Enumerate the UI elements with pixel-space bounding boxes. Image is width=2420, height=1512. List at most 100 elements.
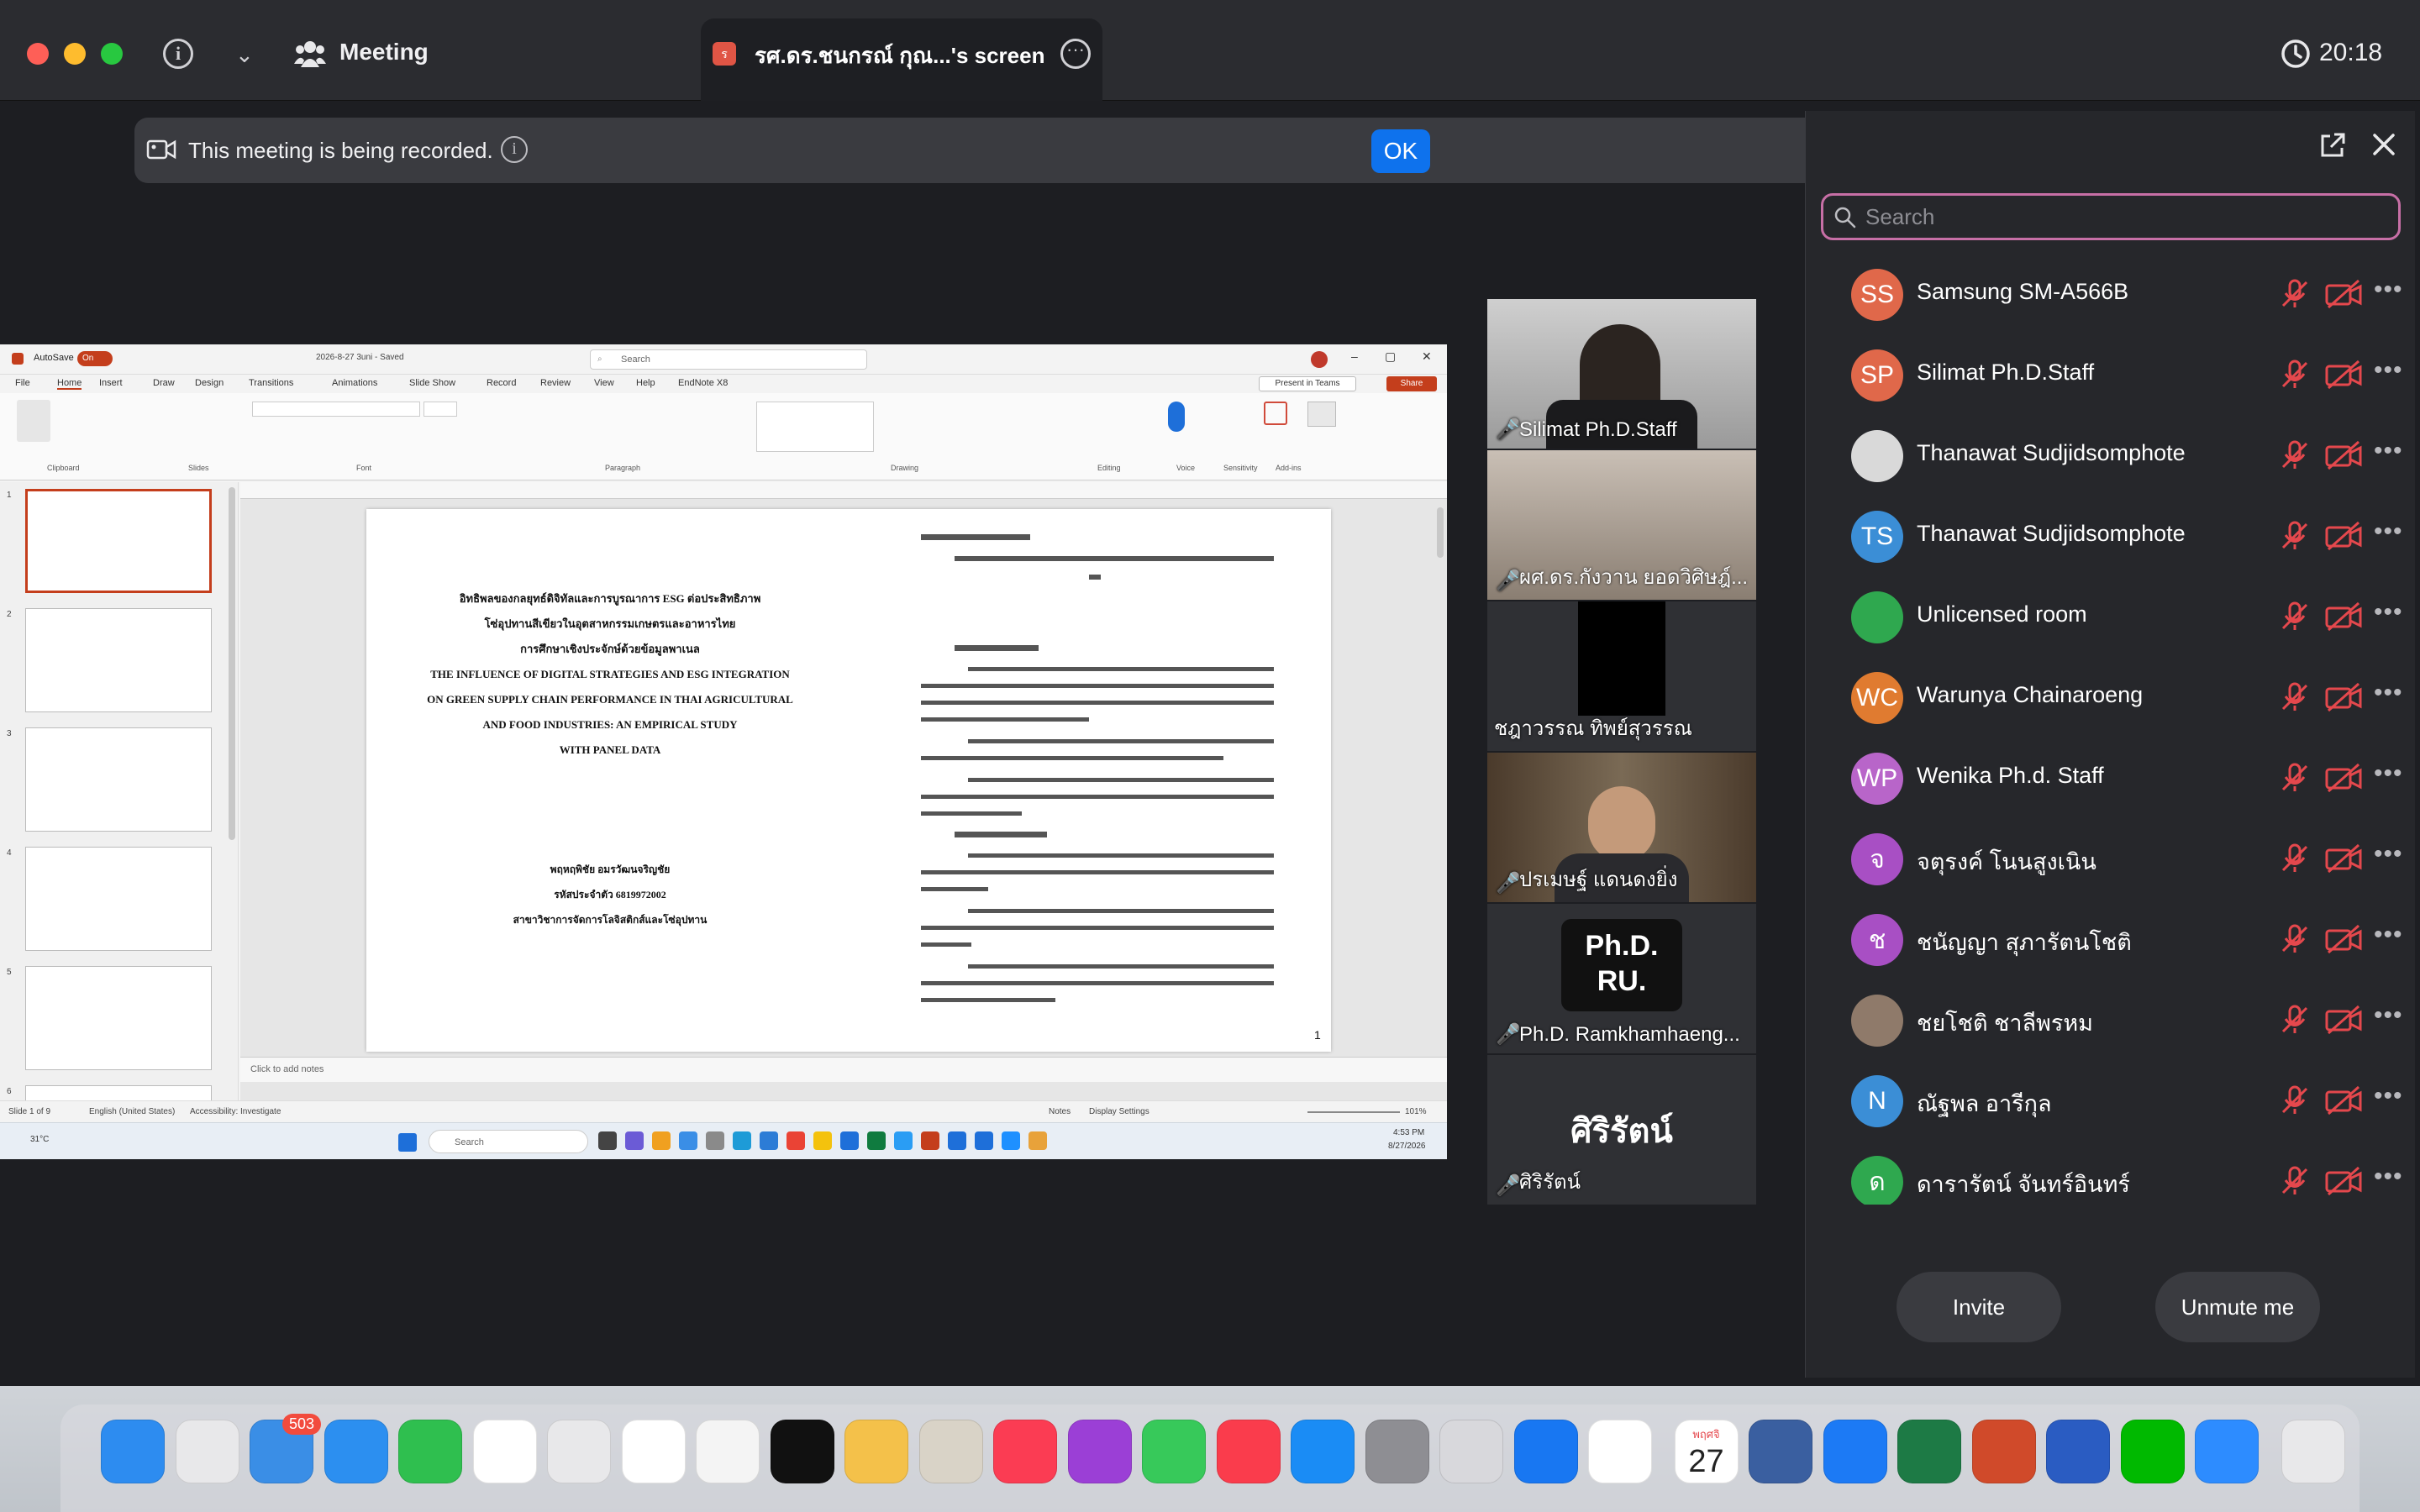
ppt-menu-endnote-x8[interactable]: EndNote X8 bbox=[678, 378, 728, 388]
close-panel-icon[interactable] bbox=[2370, 131, 2397, 158]
dock-excel-icon[interactable] bbox=[1897, 1420, 1961, 1483]
zoom-window-button[interactable] bbox=[101, 43, 123, 65]
taskbar-app-icon[interactable] bbox=[921, 1131, 939, 1150]
dock-chrome-icon[interactable] bbox=[472, 1420, 537, 1483]
video-tile-silimat[interactable]: 🎤 Silimat Ph.D.Staff bbox=[1487, 299, 1756, 449]
popout-icon[interactable] bbox=[2318, 131, 2347, 160]
taskbar-app-icon[interactable] bbox=[840, 1131, 859, 1150]
dock-reminders-icon[interactable] bbox=[621, 1420, 686, 1483]
taskbar-app-icon[interactable] bbox=[652, 1131, 671, 1150]
dock-finder-icon[interactable] bbox=[101, 1420, 165, 1483]
video-off-icon[interactable] bbox=[2325, 1005, 2362, 1035]
participant-row[interactable]: SP Silimat Ph.D.Staff ••• bbox=[1806, 334, 2416, 415]
slide-thumbnail[interactable] bbox=[25, 489, 212, 593]
info-icon[interactable]: i bbox=[163, 39, 193, 69]
video-off-icon[interactable] bbox=[2325, 440, 2362, 470]
ppt-menu-animations[interactable]: Animations bbox=[332, 378, 377, 388]
add-ins-icon[interactable] bbox=[1264, 402, 1287, 425]
close-window-button[interactable] bbox=[27, 43, 49, 65]
taskbar-app-icon[interactable] bbox=[760, 1131, 778, 1150]
participant-row[interactable]: ช ชนัญญา สุภารัตนโชติ ••• bbox=[1806, 899, 2416, 979]
ppt-menu-help[interactable]: Help bbox=[636, 378, 655, 388]
ppt-menu-insert[interactable]: Insert bbox=[99, 378, 123, 388]
video-off-icon[interactable] bbox=[2325, 1166, 2362, 1196]
video-tile-sirirat[interactable]: ศิริรัตน์ 🎤 ศิริรัตน์ bbox=[1487, 1055, 1756, 1205]
font-size-select[interactable] bbox=[424, 402, 457, 417]
dock-appstore-icon[interactable] bbox=[1291, 1420, 1355, 1483]
dock-line-icon[interactable] bbox=[2120, 1420, 2185, 1483]
chevron-down-icon[interactable]: ⌄ bbox=[235, 42, 254, 68]
video-off-icon[interactable] bbox=[2325, 279, 2362, 309]
present-in-teams-button[interactable]: Present in Teams bbox=[1259, 376, 1356, 391]
dock-gmail-icon[interactable] bbox=[1588, 1420, 1652, 1483]
taskbar-app-icon[interactable] bbox=[786, 1131, 805, 1150]
muted-mic-icon[interactable] bbox=[2278, 358, 2312, 391]
dock-powerpoint-icon[interactable] bbox=[1971, 1420, 2036, 1483]
dock-disk-icon[interactable] bbox=[1749, 1420, 1812, 1483]
video-off-icon[interactable] bbox=[2325, 601, 2362, 632]
tab-shared-screen[interactable]: ร รศ.ดร.ชนกรณ์ กุณ...'s screen bbox=[701, 18, 1102, 101]
ppt-menu-review[interactable]: Review bbox=[540, 378, 571, 388]
participant-row[interactable]: N ณัฐพล อารีกุล ••• bbox=[1806, 1060, 2416, 1141]
ppt-close-icon[interactable]: ✕ bbox=[1422, 349, 1432, 364]
video-tile-poramet[interactable]: 🎤 ปรเมษฐ์ แดนดงยิ่ง bbox=[1487, 753, 1756, 902]
dock-iphone-mirroring-icon[interactable] bbox=[1439, 1420, 1503, 1483]
recording-ok-button[interactable]: OK bbox=[1371, 129, 1430, 173]
shared-screen[interactable]: AutoSave On 2026-8-27 3uni - Saved ⌕ Sea… bbox=[0, 344, 1447, 1159]
dock-notes-icon[interactable] bbox=[844, 1420, 908, 1483]
dock-news-icon[interactable] bbox=[1216, 1420, 1281, 1483]
account-avatar[interactable] bbox=[1311, 351, 1328, 368]
muted-mic-icon[interactable] bbox=[2278, 277, 2312, 311]
slide-thumbnail[interactable] bbox=[25, 847, 212, 951]
minimize-window-button[interactable] bbox=[64, 43, 86, 65]
ppt-menu-design[interactable]: Design bbox=[195, 378, 224, 388]
muted-mic-icon[interactable] bbox=[2278, 1084, 2312, 1117]
recording-info-icon[interactable]: i bbox=[501, 136, 528, 163]
dock-photos-icon[interactable] bbox=[696, 1420, 760, 1483]
zoom-level[interactable]: 101% bbox=[1405, 1107, 1427, 1116]
video-off-icon[interactable] bbox=[2325, 1085, 2362, 1116]
ppt-share-button[interactable]: Share bbox=[1386, 376, 1437, 391]
ppt-menu-record[interactable]: Record bbox=[487, 378, 516, 388]
video-off-icon[interactable] bbox=[2325, 521, 2362, 551]
participant-row[interactable]: ชยโชติ ชาลีพรหม ••• bbox=[1806, 979, 2416, 1060]
dock-music-icon[interactable] bbox=[993, 1420, 1057, 1483]
more-icon[interactable]: ••• bbox=[2374, 598, 2403, 627]
unmute-me-button[interactable]: Unmute me bbox=[2155, 1272, 2320, 1342]
slide-thumbnail[interactable] bbox=[25, 727, 212, 832]
taskbar-app-icon[interactable] bbox=[679, 1131, 697, 1150]
font-family-select[interactable] bbox=[252, 402, 420, 417]
more-icon[interactable]: ••• bbox=[2374, 437, 2403, 465]
more-icon[interactable]: ••• bbox=[2374, 759, 2403, 788]
dock-mail-icon[interactable]: 503 bbox=[250, 1414, 321, 1483]
dock-facebook-icon[interactable] bbox=[1513, 1420, 1578, 1483]
designer-button[interactable] bbox=[1307, 402, 1336, 427]
more-icon[interactable]: ••• bbox=[2374, 921, 2403, 949]
dock-facetime-icon[interactable] bbox=[398, 1420, 462, 1483]
more-options-icon[interactable]: ··· bbox=[1060, 39, 1091, 69]
slide-scrollbar[interactable] bbox=[1437, 507, 1444, 558]
status-notes-button[interactable]: Notes bbox=[1049, 1107, 1071, 1116]
video-tile-chadawan[interactable]: ชฎาวรรณ ทิพย์สุวรรณ bbox=[1487, 601, 1756, 751]
thumbnails-scrollbar[interactable] bbox=[229, 487, 235, 840]
weather-widget[interactable]: 31°C bbox=[30, 1135, 49, 1144]
dock-launchpad-icon[interactable] bbox=[175, 1420, 239, 1483]
muted-mic-icon[interactable] bbox=[2278, 438, 2312, 472]
video-off-icon[interactable] bbox=[2325, 843, 2362, 874]
muted-mic-icon[interactable] bbox=[2278, 519, 2312, 553]
more-icon[interactable]: ••• bbox=[2374, 840, 2403, 869]
participant-row[interactable]: ด ดารารัตน์ จันทร์อินทร์ ••• bbox=[1806, 1141, 2416, 1205]
participant-row[interactable]: Unlicensed room ••• bbox=[1806, 576, 2416, 657]
dock-safari-icon[interactable] bbox=[324, 1420, 388, 1483]
participant-row[interactable]: Thanawat Sudjidsomphote ••• bbox=[1806, 415, 2416, 496]
dictate-mic-icon[interactable] bbox=[1168, 402, 1185, 432]
shapes-gallery[interactable] bbox=[756, 402, 874, 452]
ppt-minimize-icon[interactable]: – bbox=[1351, 349, 1358, 363]
dock-quickshare-icon[interactable] bbox=[1823, 1420, 1887, 1483]
paste-button[interactable] bbox=[17, 400, 50, 442]
dock-messages-icon[interactable] bbox=[1142, 1420, 1206, 1483]
video-tile-phd-ru[interactable]: Ph.D. RU. 🎤 Ph.D. Ramkhamhaeng... bbox=[1487, 904, 1756, 1053]
dock-zoom-icon[interactable] bbox=[2195, 1420, 2259, 1483]
more-icon[interactable]: ••• bbox=[2374, 356, 2403, 385]
ppt-menu-slide-show[interactable]: Slide Show bbox=[409, 378, 455, 388]
